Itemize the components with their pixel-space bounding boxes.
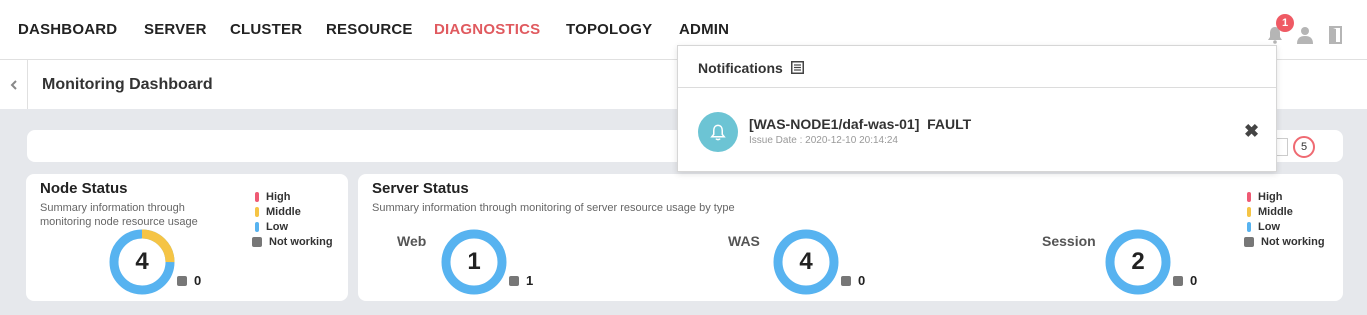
nav-resource[interactable]: RESOURCE	[326, 21, 413, 38]
node-status-card: Node Status Summary information through …	[26, 174, 348, 301]
nav-dashboard[interactable]: DASHBOARD	[18, 21, 117, 38]
notification-badge: 1	[1276, 14, 1294, 32]
server-status-description: Summary information through monitoring o…	[372, 202, 735, 214]
not-working-marker	[509, 276, 519, 286]
legend-not-working: Not working	[252, 234, 333, 249]
legend-low: Low	[255, 219, 333, 234]
list-icon[interactable]	[791, 61, 804, 74]
node-not-working-count: 0	[194, 273, 202, 288]
user-icon[interactable]	[1296, 26, 1314, 44]
page-title: Monitoring Dashboard	[42, 76, 213, 93]
refresh-interval-select[interactable]	[1276, 138, 1288, 156]
server-status-legend: High Middle Low Not working	[1244, 189, 1325, 249]
session-label: Session	[1042, 233, 1096, 249]
notifications-title: Notifications	[698, 60, 783, 76]
legend-high: High	[1247, 189, 1325, 204]
web-label: Web	[397, 233, 427, 249]
node-status-title: Node Status	[40, 180, 128, 197]
legend-middle: Middle	[1247, 204, 1325, 219]
not-working-marker	[1173, 276, 1183, 286]
notification-message[interactable]: [WAS-NODE1/daf-was-01] FAULT	[749, 116, 971, 132]
session-total: 2	[1131, 248, 1145, 275]
nav-admin[interactable]: ADMIN	[679, 21, 729, 38]
sidebar-collapse-button[interactable]	[0, 60, 28, 109]
not-working-marker	[177, 276, 187, 286]
legend-not-working: Not working	[1244, 234, 1325, 249]
legend-high: High	[255, 189, 333, 204]
nav-diagnostics[interactable]: DIAGNOSTICS	[434, 21, 540, 38]
not-working-marker	[841, 276, 851, 286]
web-not-working-count: 1	[526, 273, 534, 288]
nav-server[interactable]: SERVER	[144, 21, 207, 38]
close-icon[interactable]: ✖	[1244, 122, 1259, 140]
legend-low: Low	[1247, 219, 1325, 234]
server-status-title: Server Status	[372, 180, 469, 197]
chevron-left-icon	[10, 79, 17, 90]
nav-cluster[interactable]: CLUSTER	[230, 21, 302, 38]
node-status-description: Summary information through monitoring n…	[40, 202, 198, 228]
notifications-dropdown: Notifications [WAS-NODE1/daf-was-01] FAU…	[677, 45, 1277, 172]
node-status-total: 4	[135, 248, 149, 275]
was-label: WAS	[728, 233, 760, 249]
web-total: 1	[467, 248, 481, 275]
refresh-counter[interactable]: 5	[1293, 136, 1315, 158]
was-not-working-count: 0	[858, 273, 866, 288]
notification-date: Issue Date : 2020-12-10 20:14:24	[749, 135, 898, 146]
notification-item-icon	[698, 112, 738, 152]
notifications-header: Notifications	[678, 46, 1276, 88]
bell-outline-icon	[710, 124, 726, 140]
node-status-legend: High Middle Low Not working	[252, 189, 333, 249]
legend-middle: Middle	[255, 204, 333, 219]
was-total: 4	[799, 248, 813, 275]
nav-topology[interactable]: TOPOLOGY	[566, 21, 652, 38]
logout-icon[interactable]	[1327, 26, 1343, 44]
server-status-card: Server Status Summary information throug…	[358, 174, 1343, 301]
session-not-working-count: 0	[1190, 273, 1198, 288]
